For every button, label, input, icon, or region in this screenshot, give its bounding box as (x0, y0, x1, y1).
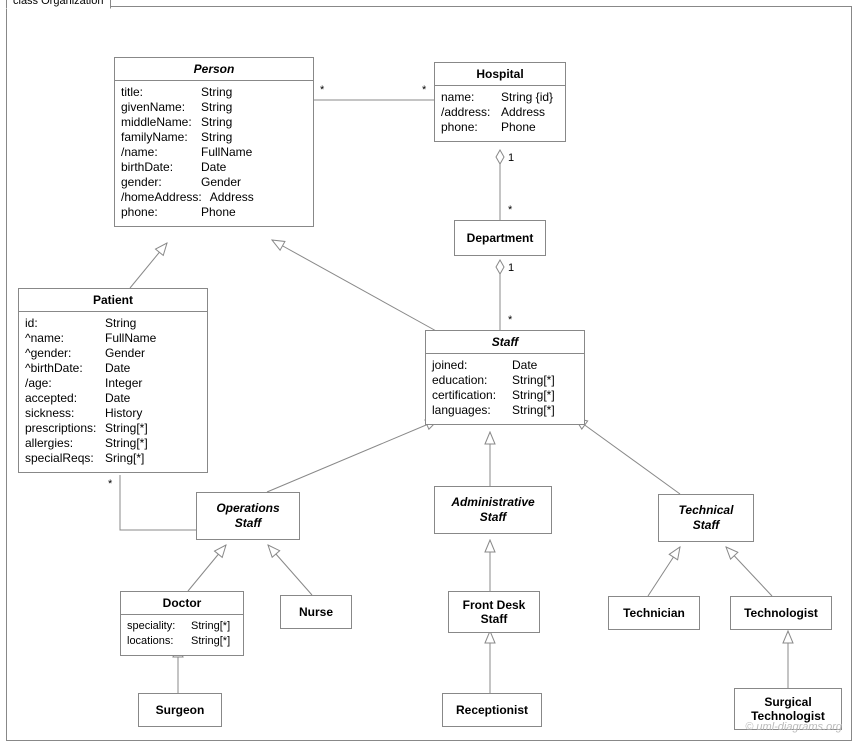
class-staff: Staff joined:Date education:String[*] ce… (425, 330, 585, 425)
class-surgeon: Surgeon (138, 693, 222, 727)
class-surgeon-title: Surgeon (139, 694, 221, 726)
class-person: Person title:String givenName:String mid… (114, 57, 314, 227)
class-person-attrs: title:String givenName:String middleName… (115, 81, 313, 226)
class-doctor-title: Doctor (121, 592, 243, 615)
class-receptionist: Receptionist (442, 693, 542, 727)
class-hospital: Hospital name:String {id} /address:Addre… (434, 62, 566, 142)
mult-patient-ops-left: * (108, 478, 112, 490)
uml-diagram-canvas: class Organization (0, 0, 860, 747)
mult-dept-staff-many: * (508, 314, 512, 326)
mult-dept-staff-one: 1 (508, 262, 514, 274)
class-operations-staff: Operations Staff (196, 492, 300, 540)
mult-hospital-dept-one: 1 (508, 152, 514, 164)
class-nurse-title: Nurse (281, 596, 351, 628)
class-receptionist-title: Receptionist (443, 694, 541, 726)
class-front-desk-staff-title: Front Desk Staff (449, 592, 539, 632)
class-patient-title: Patient (19, 289, 207, 312)
class-operations-staff-title: Operations Staff (197, 493, 299, 539)
class-person-title: Person (115, 58, 313, 81)
frame-title: class Organization (6, 0, 111, 9)
class-patient: Patient id:String ^name:FullName ^gender… (18, 288, 208, 473)
mult-person-hospital-left: * (320, 84, 324, 96)
class-technologist: Technologist (730, 596, 832, 630)
class-doctor: Doctor speciality:String[*] locations:St… (120, 591, 244, 656)
mult-hospital-dept-many: * (508, 204, 512, 216)
class-technician-title: Technician (609, 597, 699, 629)
class-patient-attrs: id:String ^name:FullName ^gender:Gender … (19, 312, 207, 472)
class-technologist-title: Technologist (731, 597, 831, 629)
class-administrative-staff-title: Administrative Staff (435, 487, 551, 533)
mult-person-hospital-right: * (422, 84, 426, 96)
class-hospital-title: Hospital (435, 63, 565, 86)
class-front-desk-staff: Front Desk Staff (448, 591, 540, 633)
class-technical-staff-title: Technical Staff (659, 495, 753, 541)
class-department-title: Department (455, 221, 545, 255)
class-technician: Technician (608, 596, 700, 630)
class-technical-staff: Technical Staff (658, 494, 754, 542)
class-department: Department (454, 220, 546, 256)
class-staff-title: Staff (426, 331, 584, 354)
watermark: © uml-diagrams.org (745, 721, 842, 733)
class-staff-attrs: joined:Date education:String[*] certific… (426, 354, 584, 424)
class-hospital-attrs: name:String {id} /address:Address phone:… (435, 86, 565, 141)
class-administrative-staff: Administrative Staff (434, 486, 552, 534)
class-doctor-attrs: speciality:String[*] locations:String[*] (121, 615, 243, 655)
class-nurse: Nurse (280, 595, 352, 629)
